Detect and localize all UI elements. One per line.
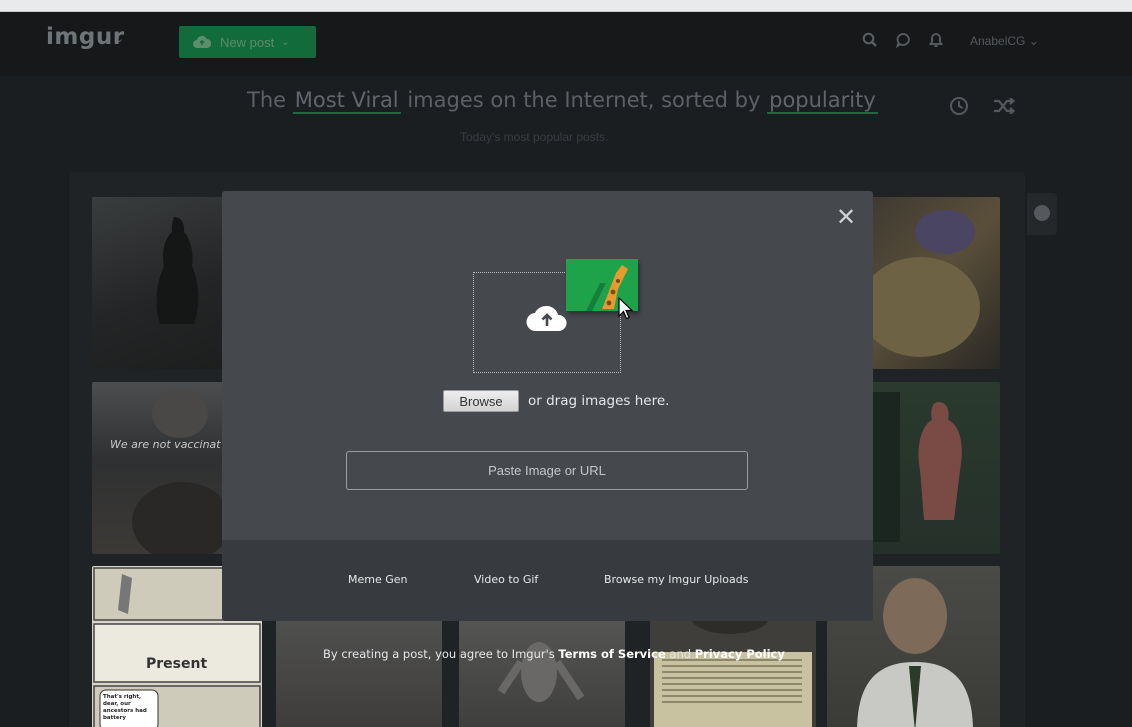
modal-footer: Meme Gen Video to Gif Browse my Imgur Up… <box>222 540 873 621</box>
meme-gen-link[interactable]: Meme Gen <box>348 573 408 586</box>
browse-row: Browse or drag images here. <box>443 390 669 412</box>
bell-icon[interactable] <box>929 32 943 48</box>
browse-button[interactable]: Browse <box>443 390 519 412</box>
headline-middle: images on the Internet, sorted by <box>407 88 761 112</box>
new-post-label: New post <box>220 34 275 50</box>
privacy-policy-link[interactable]: Privacy Policy <box>695 647 785 661</box>
navbar: imgur ⌄ New post ⌄ AnabelCG ⌄ <box>0 12 1132 76</box>
thumb-caption: Present <box>146 656 208 672</box>
close-icon[interactable]: ✕ <box>834 205 858 229</box>
user-menu[interactable]: AnabelCG ⌄ <box>970 34 1039 48</box>
sort-selector[interactable]: popularity <box>767 88 878 114</box>
headline-prefix: The <box>247 88 287 112</box>
imgur-logo[interactable]: imgur <box>46 24 125 50</box>
thumb-caption: We are not vaccinat <box>110 438 221 451</box>
thumb-caption: That's right, dear, our ancestors had ba… <box>103 694 147 721</box>
chat-icon[interactable] <box>895 32 911 48</box>
page-headline: The Most Viral images on the Internet, s… <box>247 88 878 114</box>
terms-and: and <box>669 647 692 661</box>
terms-notice: By creating a post, you agree to Imgur's… <box>323 647 785 661</box>
comments-toggle-button[interactable] <box>1027 193 1057 235</box>
cloud-upload-icon <box>193 36 211 48</box>
comments-icon <box>1034 205 1050 221</box>
shuffle-icon[interactable] <box>993 98 1015 114</box>
video-to-gif-link[interactable]: Video to Gif <box>474 573 538 586</box>
cloud-upload-icon <box>526 305 567 332</box>
paste-url-input[interactable] <box>346 451 748 490</box>
chevron-down-icon[interactable]: ⌄ <box>115 32 124 45</box>
chevron-down-icon: ⌄ <box>281 36 290 48</box>
page-subheadline: Today's most popular posts. <box>460 130 609 144</box>
section-selector[interactable]: Most Viral <box>292 88 401 114</box>
terms-of-service-link[interactable]: Terms of Service <box>558 647 665 661</box>
browse-uploads-link[interactable]: Browse my Imgur Uploads <box>604 573 748 586</box>
username: AnabelCG <box>970 34 1026 48</box>
cursor-icon <box>618 297 634 320</box>
clock-icon[interactable] <box>949 96 969 116</box>
browser-top-strip <box>0 0 1132 12</box>
chevron-down-icon: ⌄ <box>1028 34 1039 48</box>
drag-hint: or drag images here. <box>528 393 670 409</box>
terms-prefix: By creating a post, you agree to Imgur's <box>323 647 555 661</box>
new-post-button[interactable]: New post ⌄ <box>179 26 316 58</box>
search-icon[interactable] <box>862 32 878 48</box>
upload-modal: ✕ Browse or drag images here. Meme Gen V… <box>222 191 873 621</box>
